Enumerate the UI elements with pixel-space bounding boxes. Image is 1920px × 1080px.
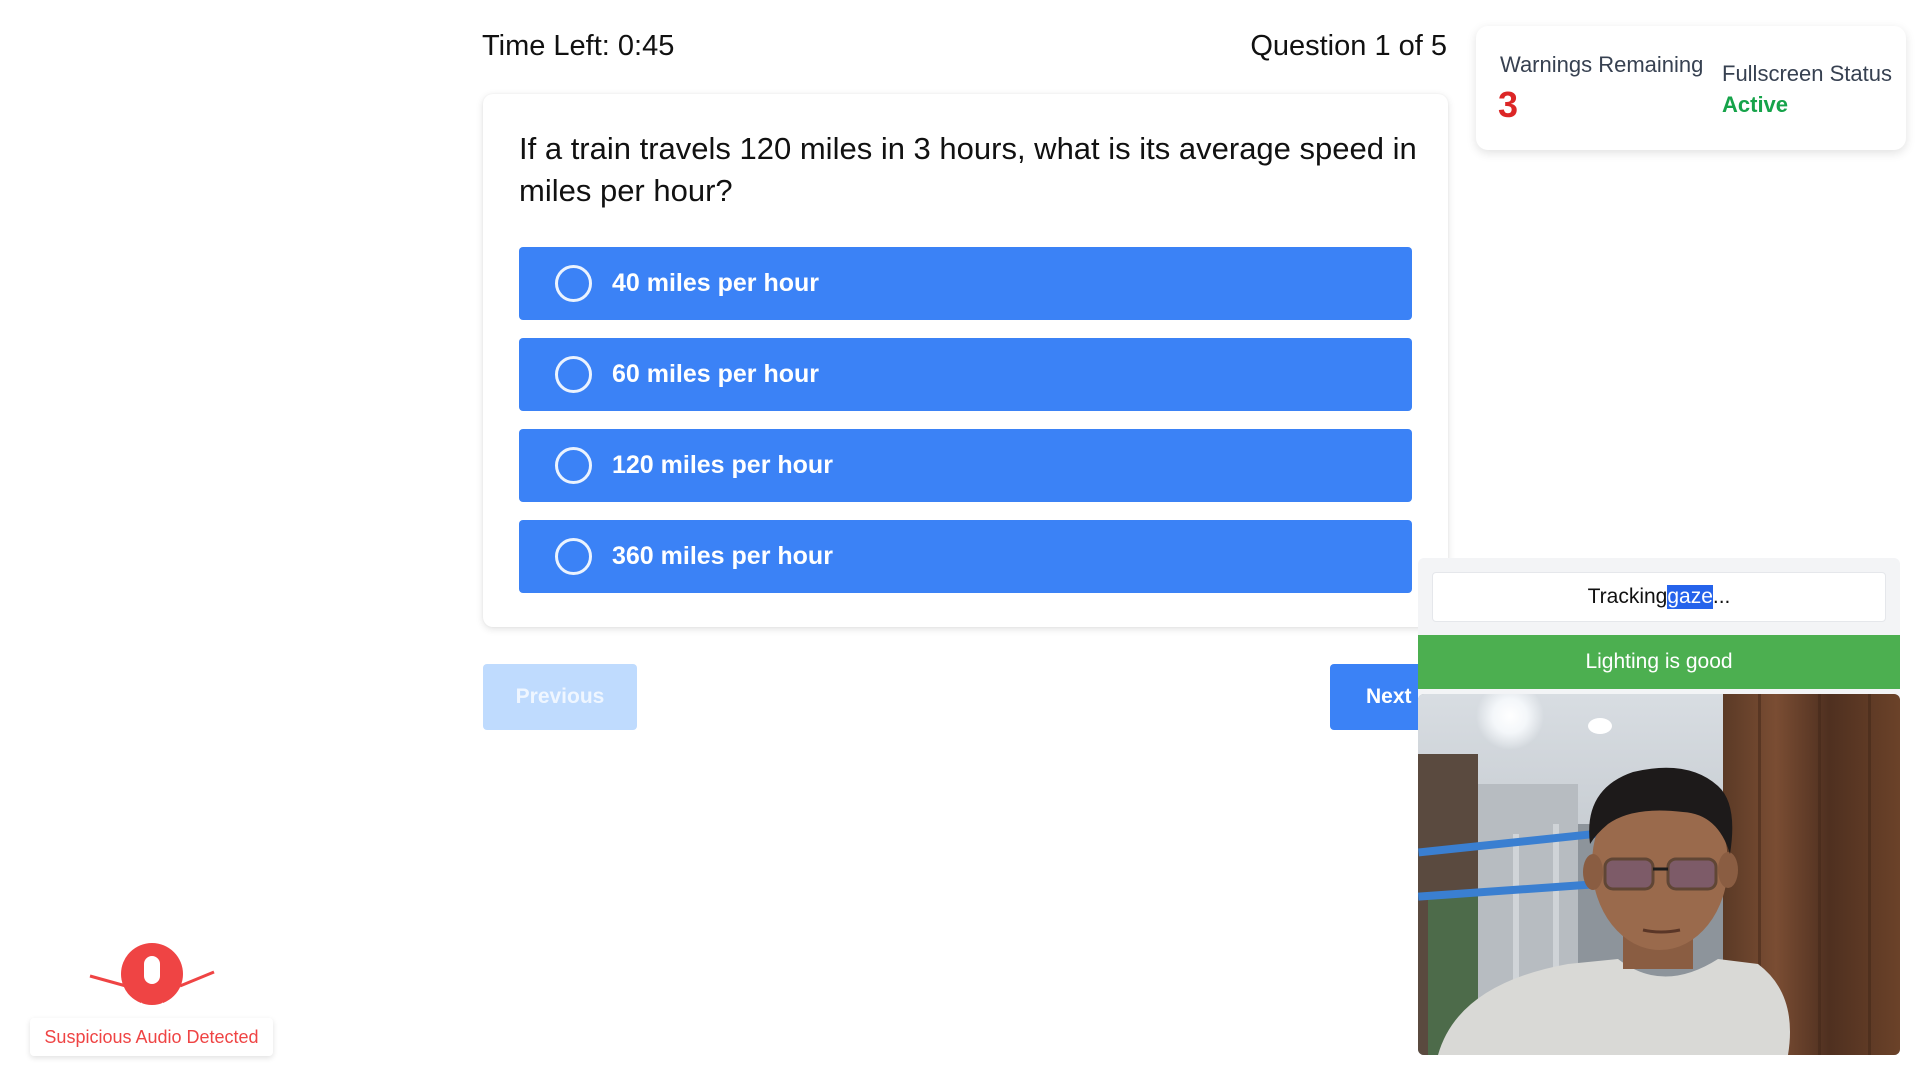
option-label: 120 miles per hour (612, 451, 833, 479)
tracking-highlight: gaze (1667, 585, 1713, 609)
warnings-label: Warnings Remaining (1500, 52, 1704, 77)
tracking-suffix: ... (1712, 585, 1731, 608)
tracking-status: Tracking gaze... (1432, 572, 1886, 622)
webcam-video (1418, 694, 1900, 1055)
exam-page: Time Left: 0:45 Question 1 of 5 If a tra… (0, 0, 1920, 1080)
lighting-status: Lighting is good (1418, 635, 1900, 689)
mic-icon (89, 943, 215, 1011)
option-3[interactable]: 120 miles per hour (519, 429, 1412, 502)
mic-alert-graphic (88, 940, 218, 1014)
webcam-frame (1418, 694, 1900, 1055)
option-label: 40 miles per hour (612, 269, 820, 297)
question-card: If a train travels 120 miles in 3 hours,… (483, 94, 1448, 627)
fullscreen-status: Active (1722, 92, 1789, 117)
option-2[interactable]: 60 miles per hour (519, 338, 1412, 411)
option-1[interactable]: 40 miles per hour (519, 247, 1412, 320)
warnings-count: 3 (1498, 84, 1519, 125)
question-counter: Question 1 of 5 (1250, 30, 1447, 62)
suspicious-audio-badge: Suspicious Audio Detected (30, 1018, 273, 1056)
fullscreen-label: Fullscreen Status (1722, 61, 1892, 86)
proctor-status-card: Warnings Remaining 3 Fullscreen Status A… (1476, 26, 1906, 150)
previous-button[interactable]: Previous (483, 664, 637, 730)
option-label: 360 miles per hour (612, 542, 833, 570)
time-left: Time Left: 0:45 (482, 30, 675, 62)
option-label: 60 miles per hour (612, 360, 820, 388)
webcam-monitor-panel: Tracking gaze... Lighting is good (1418, 558, 1900, 1055)
tracking-prefix: Tracking (1587, 585, 1668, 608)
radio-icon[interactable] (555, 447, 592, 484)
option-4[interactable]: 360 miles per hour (519, 520, 1412, 593)
radio-icon[interactable] (555, 538, 592, 575)
radio-icon[interactable] (555, 265, 592, 302)
question-text: If a train travels 120 miles in 3 hours,… (519, 131, 1417, 208)
radio-icon[interactable] (555, 356, 592, 393)
